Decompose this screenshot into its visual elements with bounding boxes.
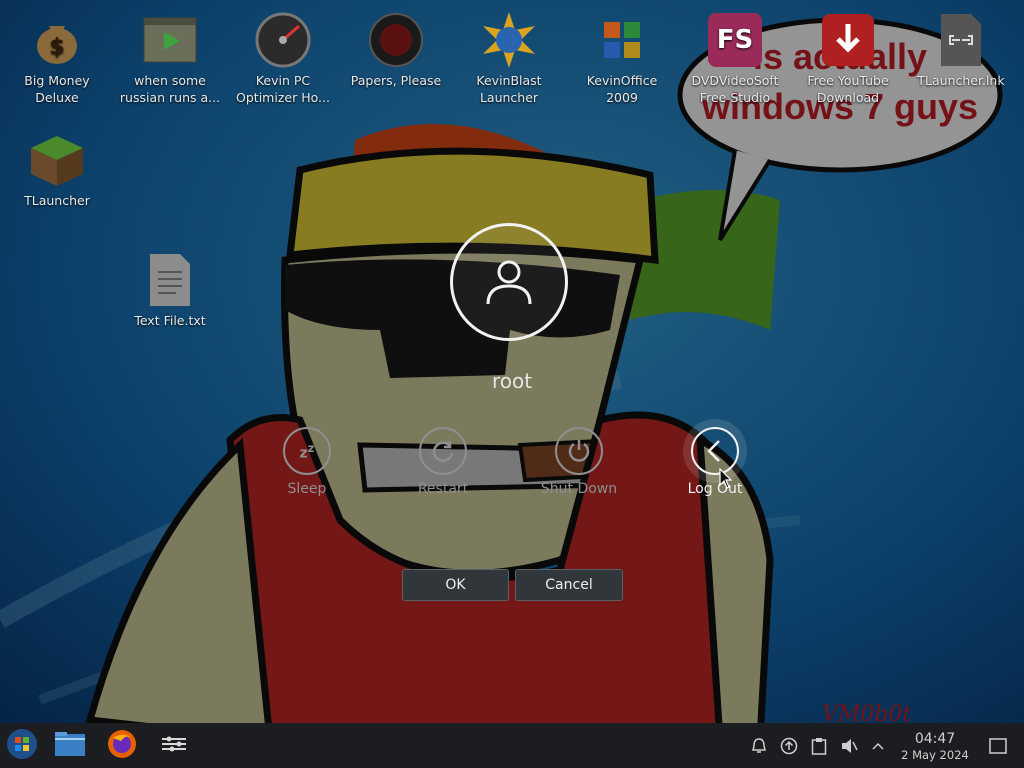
ok-button[interactable]: OK bbox=[402, 569, 509, 601]
desktop-icon-free-youtube-download[interactable]: Free YouTube Download bbox=[793, 10, 903, 106]
volume-muted-icon[interactable] bbox=[838, 731, 860, 761]
clock-date[interactable]: 2 May 2024 bbox=[885, 748, 985, 762]
download-arrow-icon bbox=[818, 10, 878, 70]
shut-down-button[interactable]: Shut Down bbox=[519, 427, 639, 497]
show-desktop-icon[interactable] bbox=[986, 731, 1010, 761]
text-file-icon bbox=[140, 250, 200, 310]
system-settings-icon[interactable] bbox=[156, 729, 192, 759]
desktop-icon-dvdvideosoft-free-studio[interactable]: FS DVDVideoSoft Free Studio bbox=[680, 10, 790, 106]
desktop-icon-kevinoffice-2009[interactable]: KevinOffice 2009 bbox=[567, 10, 677, 106]
clipboard-icon[interactable] bbox=[808, 731, 830, 761]
username-label: root bbox=[491, 369, 533, 393]
clock-time[interactable]: 04:47 bbox=[885, 731, 985, 747]
office-icon bbox=[592, 10, 652, 70]
sleep-button[interactable]: zz Sleep bbox=[247, 427, 367, 497]
svg-text:$: $ bbox=[49, 35, 64, 60]
log-out-button[interactable]: Log Out bbox=[655, 427, 775, 497]
file-manager-icon[interactable] bbox=[52, 729, 88, 759]
firefox-icon[interactable] bbox=[104, 729, 140, 759]
restart-icon bbox=[419, 427, 467, 475]
mouse-cursor-icon bbox=[719, 468, 733, 489]
link-file-icon bbox=[931, 10, 991, 70]
grass-block-icon bbox=[27, 130, 87, 190]
restart-button[interactable]: Restart bbox=[383, 427, 503, 497]
desktop-icon-big-money-deluxe[interactable]: $ Big Money Deluxe bbox=[2, 10, 112, 106]
desktop-icon-text-file[interactable]: Text File.txt bbox=[115, 250, 225, 329]
fs-icon: FS bbox=[705, 10, 765, 70]
desktop-icon-russian-video[interactable]: when some russian runs a... bbox=[115, 10, 225, 106]
money-bag-icon: $ bbox=[27, 10, 87, 70]
desktop-icon-papers-please[interactable]: Papers, Please bbox=[341, 10, 451, 89]
sleep-icon: zz bbox=[283, 427, 331, 475]
notifications-icon[interactable] bbox=[748, 731, 770, 761]
cancel-button[interactable]: Cancel bbox=[515, 569, 623, 601]
start-menu-icon[interactable] bbox=[4, 729, 40, 759]
updates-icon[interactable] bbox=[778, 731, 800, 761]
desktop-icon-tlauncher[interactable]: TLauncher bbox=[2, 130, 112, 209]
user-avatar bbox=[450, 223, 568, 341]
desktop-icon-tlauncher-lnk[interactable]: TLauncher.lnk bbox=[906, 10, 1016, 89]
user-icon bbox=[486, 260, 532, 305]
game-seal-icon bbox=[366, 10, 426, 70]
globe-burst-icon bbox=[479, 10, 539, 70]
power-icon bbox=[555, 427, 603, 475]
desktop-icon-kevin-pc-optimizer[interactable]: Kevin PC Optimizer Ho... bbox=[228, 10, 338, 106]
video-file-icon bbox=[140, 10, 200, 70]
speedometer-icon bbox=[253, 10, 313, 70]
desktop-icon-kevinblast-launcher[interactable]: KevinBlast Launcher bbox=[454, 10, 564, 106]
